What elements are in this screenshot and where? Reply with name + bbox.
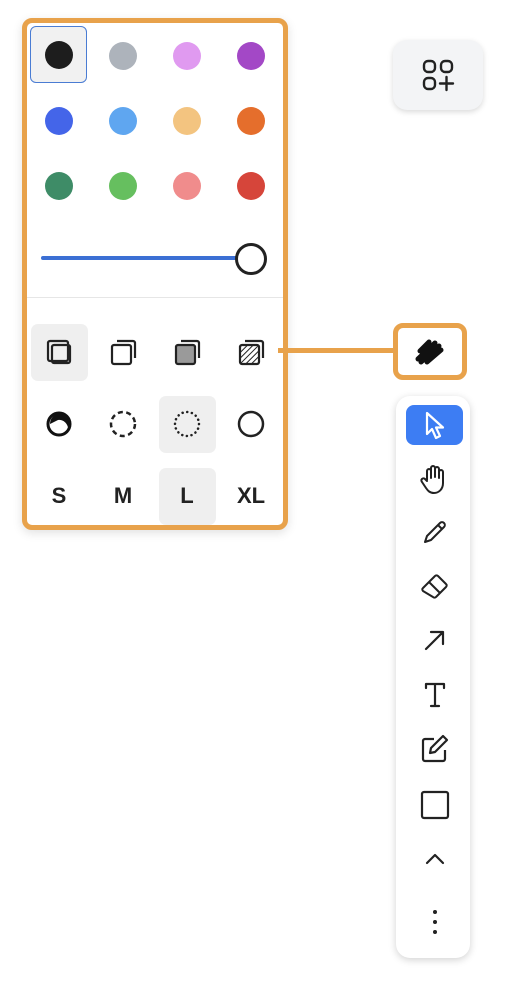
fill-semi-icon: [110, 339, 137, 366]
pencil-icon: [423, 521, 446, 543]
opacity-slider-track: [41, 256, 251, 260]
color-dot: [173, 171, 201, 200]
style-panel-button[interactable]: [393, 323, 467, 380]
add-shapes-button[interactable]: [393, 40, 483, 110]
dash-dotted-icon: [173, 410, 201, 438]
fill-solid-button[interactable]: [155, 316, 219, 388]
color-swatch-light-red[interactable]: [155, 153, 219, 218]
cursor-icon: [425, 411, 444, 440]
fill-pattern-icon: [238, 339, 265, 366]
size-label: XL: [236, 483, 266, 508]
style-options: S M L XL: [27, 316, 283, 532]
size-xl-button[interactable]: XL: [219, 460, 283, 532]
opacity-slider[interactable]: [41, 241, 269, 275]
fill-semi-button[interactable]: [91, 316, 155, 388]
color-swatch-grey[interactable]: [91, 23, 155, 88]
dash-dashed-icon: [109, 410, 137, 438]
dash-solid-icon: [237, 410, 265, 438]
color-dot: [45, 171, 73, 200]
tool-rectangle[interactable]: [406, 785, 463, 825]
color-swatch-green[interactable]: [27, 153, 91, 218]
chevron-up-icon: [425, 853, 444, 865]
dash-draw-button[interactable]: [27, 388, 91, 460]
color-dot: [109, 106, 137, 135]
connector-line: [278, 348, 396, 353]
note-icon: [421, 734, 448, 763]
color-swatch-light-violet[interactable]: [155, 23, 219, 88]
tool-text[interactable]: [406, 675, 463, 715]
toolbar: [396, 396, 470, 958]
divider: [27, 297, 283, 298]
size-m-button[interactable]: M: [91, 460, 155, 532]
size-label: S: [51, 483, 67, 508]
tool-arrow[interactable]: [406, 620, 463, 660]
tool-more[interactable]: [406, 902, 463, 942]
opacity-slider-thumb[interactable]: [235, 243, 267, 275]
dash-solid-button[interactable]: [219, 388, 283, 460]
color-swatch-yellow[interactable]: [155, 88, 219, 153]
color-dot: [237, 41, 265, 70]
tool-draw[interactable]: [406, 512, 463, 552]
fill-solid-icon: [174, 339, 201, 366]
add-shapes-icon: [422, 59, 455, 92]
size-label: L: [180, 483, 194, 508]
dash-draw-icon: [46, 411, 72, 437]
color-swatch-violet[interactable]: [219, 23, 283, 88]
color-swatch-blue[interactable]: [27, 88, 91, 153]
color-dot: [44, 40, 73, 69]
color-dot: [237, 171, 265, 200]
more-vertical-icon: [432, 910, 437, 934]
color-dot: [109, 41, 137, 70]
color-swatch-light-green[interactable]: [91, 153, 155, 218]
color-dot: [173, 106, 201, 135]
color-picker: [27, 23, 283, 218]
tool-eraser[interactable]: [406, 566, 463, 606]
fill-none-button[interactable]: [27, 316, 91, 388]
size-label: M: [113, 483, 133, 508]
dash-dotted-button[interactable]: [155, 388, 219, 460]
eraser-icon: [420, 574, 448, 599]
dash-dashed-button[interactable]: [91, 388, 155, 460]
tool-more-shapes[interactable]: [406, 839, 463, 879]
color-swatch-black[interactable]: [30, 26, 87, 83]
color-swatch-orange[interactable]: [219, 88, 283, 153]
color-dot: [173, 41, 201, 70]
fill-none-icon: [46, 339, 72, 365]
style-scribble-icon: [415, 339, 444, 364]
tool-select[interactable]: [406, 405, 463, 445]
fill-pattern-button[interactable]: [219, 316, 283, 388]
style-panel: S M L XL: [22, 18, 288, 530]
color-dot: [45, 106, 73, 135]
arrow-icon: [424, 630, 444, 651]
tool-hand[interactable]: [406, 459, 463, 499]
size-s-button[interactable]: S: [27, 460, 91, 532]
color-dot: [109, 171, 137, 200]
tool-note[interactable]: [406, 729, 463, 769]
hand-icon: [419, 465, 444, 494]
size-l-button[interactable]: L: [155, 460, 219, 532]
text-icon: [424, 682, 445, 708]
rectangle-icon: [420, 790, 449, 820]
color-swatch-light-blue[interactable]: [91, 88, 155, 153]
color-dot: [237, 106, 265, 135]
color-swatch-red[interactable]: [219, 153, 283, 218]
